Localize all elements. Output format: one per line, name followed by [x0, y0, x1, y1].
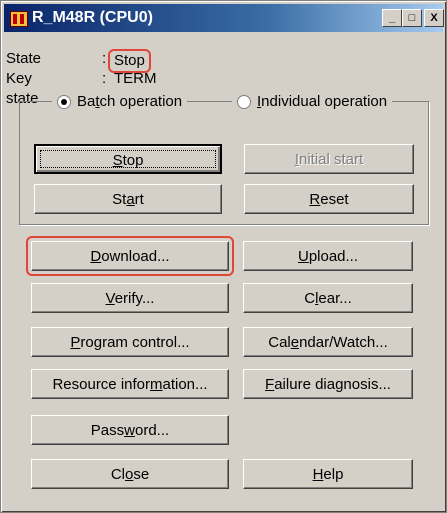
minimize-button[interactable]: _ [382, 9, 402, 27]
state-colon: : [102, 50, 107, 67]
title-bar[interactable]: R_M48R (CPU0) _ □ X [4, 4, 444, 32]
batch-operation-radio[interactable]: Batch operation [52, 91, 188, 113]
radio-unselected-icon [237, 95, 251, 109]
password-button[interactable]: Password... [31, 415, 229, 445]
plc-app-icon [10, 11, 28, 27]
failure-diagnosis-button[interactable]: Failure diagnosis... [243, 369, 413, 399]
calendar-watch-button[interactable]: Calendar/Watch... [243, 327, 413, 357]
resource-information-button[interactable]: Resource information... [31, 369, 229, 399]
operation-groupbox: Batch operation Individual operation Sto… [19, 91, 429, 225]
reset-button[interactable]: Reset [244, 184, 414, 214]
batch-operation-label: Batch operation [77, 93, 183, 110]
maximize-button[interactable]: □ [402, 9, 422, 27]
upload-button[interactable]: Upload... [243, 241, 413, 271]
initial-start-button[interactable]: Initial start [244, 144, 414, 174]
dialog-window: R_M48R (CPU0) _ □ X State : Stop Key sta… [0, 0, 447, 513]
stop-button[interactable]: Stop [34, 144, 222, 174]
start-button[interactable]: Start [34, 184, 222, 214]
close-window-button[interactable]: X [424, 9, 444, 27]
key-state-colon: : [102, 70, 107, 87]
focus-rectangle [40, 150, 216, 168]
radio-selected-icon [57, 95, 71, 109]
individual-operation-label: Individual operation [257, 93, 388, 110]
verify-button[interactable]: Verify... [31, 283, 229, 313]
state-label: State [6, 50, 42, 67]
help-button[interactable]: Help [243, 459, 413, 489]
download-button[interactable]: Download... [26, 236, 234, 276]
program-control-button[interactable]: Program control... [31, 327, 229, 357]
clear-button[interactable]: Clear... [243, 283, 413, 313]
individual-operation-radio[interactable]: Individual operation [232, 91, 393, 113]
window-title: R_M48R (CPU0) [32, 9, 153, 26]
key-state-value: TERM [114, 70, 157, 87]
close-button[interactable]: Close [31, 459, 229, 489]
